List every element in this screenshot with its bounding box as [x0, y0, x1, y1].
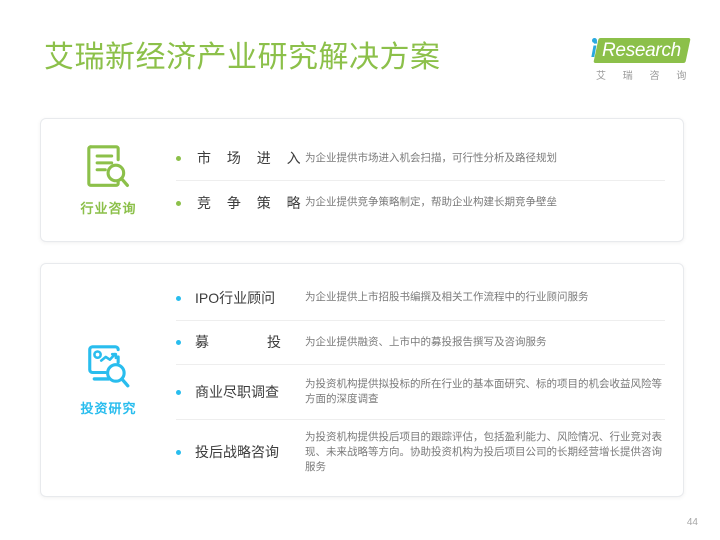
page-title: 艾瑞新经济产业研究解决方案 — [44, 41, 441, 74]
service-title: 市 场 进 入 — [197, 150, 307, 166]
bullet-icon — [176, 389, 181, 395]
card-industry-icon-column: 行业咨询 — [41, 119, 176, 241]
service-title: 募 投 — [195, 332, 299, 352]
service-description: 为企业提供上市招股书编撰及相关工作流程中的行业顾问服务 — [305, 291, 589, 303]
card-investment-research: 投资研究 IPO行业顾问 为企业提供上市招股书编撰及相关工作流程中的行业顾问服务… — [40, 263, 684, 497]
service-title: 商业尽职调查 — [195, 383, 279, 400]
service-description: 为企业提供融资、上市中的募投报告撰写及咨询服务 — [305, 335, 547, 348]
page-number: 44 — [686, 517, 698, 528]
service-description: 为投资机构提供投后项目的跟踪评估，包括盈利能力、风险情况、行业竞对表现、未来战略… — [305, 430, 662, 473]
logo-subtitle: 艾 瑞 咨 询 — [596, 71, 694, 82]
card-invest-rows: IPO行业顾问 为企业提供上市招股书编撰及相关工作流程中的行业顾问服务 募 投 … — [176, 264, 683, 496]
logo-wordmark: Research — [602, 40, 681, 61]
card-invest-icon-column: 投资研究 — [41, 264, 176, 496]
service-description: 为企业提供市场进入机会扫描，可行性分析及路径规划 — [305, 151, 557, 164]
bullet-icon — [176, 156, 181, 161]
service-description: 为投资机构提供拟投标的所在行业的基本面研究、标的项目的机会收益风险等方面的深度调… — [305, 377, 662, 405]
service-row: 投后战略咨询 为投资机构提供投后项目的跟踪评估，包括盈利能力、风险情况、行业竞对… — [176, 418, 665, 485]
service-row: 市 场 进 入 为企业提供市场进入机会扫描，可行性分析及路径规划 — [176, 136, 665, 180]
logo-mark: i Research — [588, 38, 691, 64]
bullet-icon — [176, 340, 181, 345]
card-invest-label: 投资研究 — [80, 400, 137, 416]
service-row: 商业尽职调查 为投资机构提供拟投标的所在行业的基本面研究、标的项目的机会收益风险… — [176, 363, 665, 419]
service-title: IPO行业顾问 — [195, 289, 276, 306]
service-title-part-a: 募 — [195, 334, 209, 350]
service-title: 投后战略咨询 — [195, 444, 279, 460]
service-title: 竞 争 策 略 — [197, 194, 307, 211]
service-description: 为企业提供竞争策略制定，帮助企业构建长期竞争壁垒 — [305, 196, 557, 208]
document-search-icon — [86, 144, 129, 187]
card-industry-consulting: 行业咨询 市 场 进 入 为企业提供市场进入机会扫描，可行性分析及路径规划 竞 … — [40, 118, 684, 242]
service-row: 竞 争 策 略 为企业提供竞争策略制定，帮助企业构建长期竞争壁垒 — [176, 180, 665, 224]
service-row: IPO行业顾问 为企业提供上市招股书编撰及相关工作流程中的行业顾问服务 — [176, 276, 665, 320]
service-title-part-b: 投 — [267, 334, 281, 350]
service-row: 募 投 为企业提供融资、上市中的募投报告撰写及咨询服务 — [176, 319, 665, 364]
page-header: 艾瑞新经济产业研究解决方案 i Research 艾 瑞 咨 询 — [0, 0, 720, 104]
chart-monitor-search-icon — [87, 344, 129, 387]
logo-i-dot-icon — [592, 38, 597, 43]
bullet-icon — [176, 450, 181, 455]
bullet-icon — [176, 295, 181, 301]
logo-letter-i: i — [591, 39, 597, 62]
card-industry-label: 行业咨询 — [80, 200, 137, 216]
card-industry-rows: 市 场 进 入 为企业提供市场进入机会扫描，可行性分析及路径规划 竞 争 策 略… — [176, 119, 683, 241]
bullet-icon — [176, 200, 181, 206]
iresearch-logo: i Research 艾 瑞 咨 询 — [588, 38, 692, 86]
